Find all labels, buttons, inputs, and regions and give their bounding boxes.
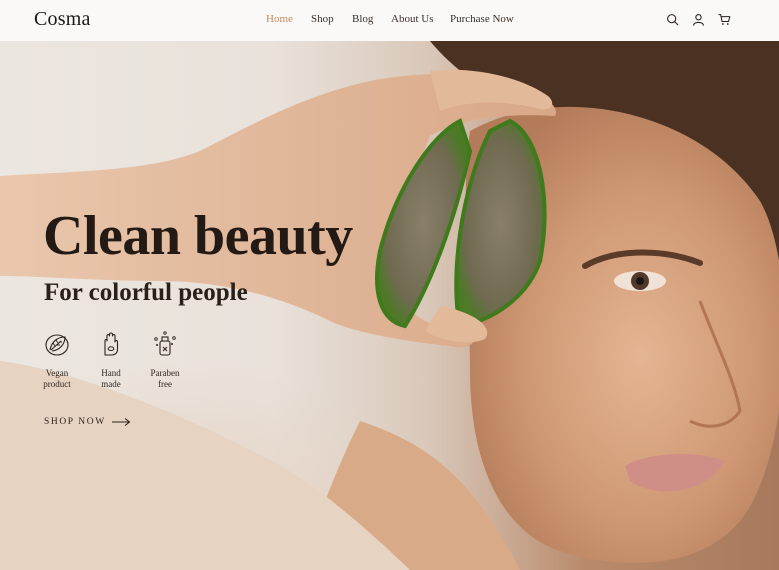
cart-icon[interactable] xyxy=(718,13,731,26)
main-nav: Home Shop Blog About Us Purchase Now xyxy=(266,13,514,25)
nav-link-purchase-now[interactable]: Purchase Now xyxy=(450,13,514,25)
hero-section: Clean beauty For colorful people Vegan p… xyxy=(0,41,779,570)
hand-icon xyxy=(104,332,119,356)
shop-now-label: SHOP NOW xyxy=(44,417,106,427)
nav-icon-group xyxy=(666,13,731,26)
user-icon[interactable] xyxy=(692,13,705,26)
nav-link-blog[interactable]: Blog xyxy=(352,13,391,25)
bottle-icon xyxy=(154,331,176,356)
feature-handmade-label: Hand made xyxy=(101,368,121,389)
arrow-right-icon xyxy=(111,418,131,426)
feature-vegan: Vegan product xyxy=(40,330,74,390)
hero-subtitle: For colorful people xyxy=(44,279,248,306)
leaf-icon xyxy=(45,334,69,356)
search-icon[interactable] xyxy=(666,13,679,26)
nav-link-about-us[interactable]: About Us xyxy=(391,13,450,25)
feature-vegan-label: Vegan product xyxy=(43,368,71,389)
hero-title: Clean beauty xyxy=(43,205,353,267)
brand-logo[interactable]: Cosma xyxy=(34,8,91,31)
nav-link-shop[interactable]: Shop xyxy=(311,13,352,25)
feature-paraben-free-label: Paraben free xyxy=(150,368,180,389)
feature-list: Vegan product Hand made Paraben free xyxy=(40,330,182,390)
shop-now-link[interactable]: SHOP NOW xyxy=(44,417,131,427)
feature-paraben-free: Paraben free xyxy=(148,330,182,390)
top-navbar: Cosma Home Shop Blog About Us Purchase N… xyxy=(0,0,779,41)
feature-handmade: Hand made xyxy=(94,330,128,390)
nav-link-home[interactable]: Home xyxy=(266,13,311,25)
